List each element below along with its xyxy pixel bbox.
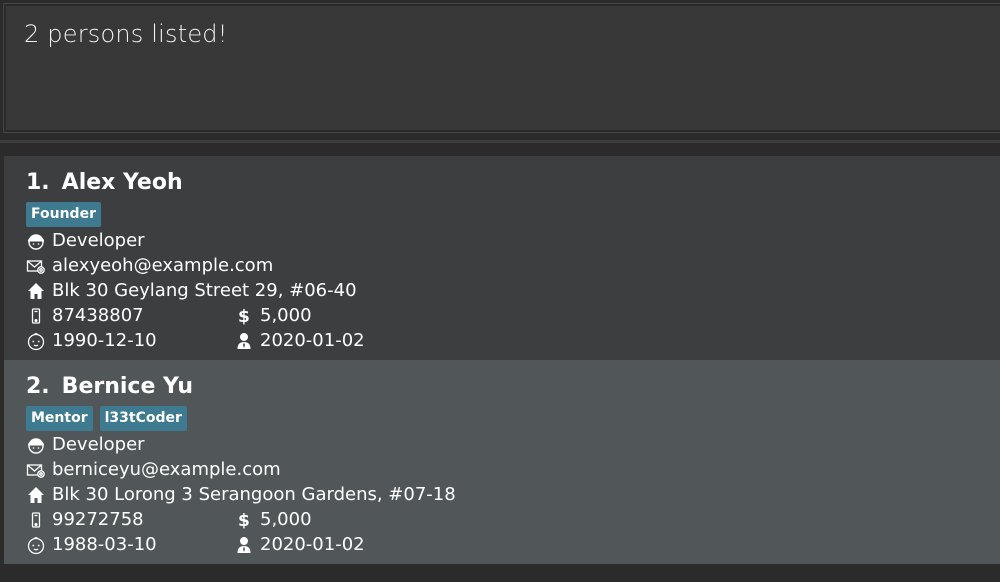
birthday-text: 1990-12-10 bbox=[52, 330, 157, 351]
birthday-field: 1988-03-10 bbox=[26, 534, 157, 555]
address-field: Blk 30 Geylang Street 29, #06-40 bbox=[26, 280, 357, 301]
join-date-text: 2020-01-02 bbox=[260, 534, 365, 555]
email-text: alexyeoh@example.com bbox=[52, 255, 274, 276]
tag-list: Mentor l33tCoder bbox=[26, 406, 187, 431]
address-field: Blk 30 Lorong 3 Serangoon Gardens, #07-1… bbox=[26, 484, 456, 505]
address-text: Blk 30 Lorong 3 Serangoon Gardens, #07-1… bbox=[52, 484, 456, 505]
birthday-field: 1990-12-10 bbox=[26, 330, 157, 351]
phone-field: 87438807 bbox=[26, 305, 144, 326]
join-date-field: 2020-01-02 bbox=[234, 330, 365, 351]
tag-list: Founder bbox=[26, 202, 101, 227]
mobile-phone-icon bbox=[31, 511, 41, 528]
salary-field: $ 5,000 bbox=[234, 509, 312, 530]
person-name-row: 1. Alex Yeoh bbox=[26, 170, 183, 195]
email-text: berniceyu@example.com bbox=[52, 459, 281, 480]
tag: Mentor bbox=[26, 406, 93, 431]
person-index: 1. bbox=[26, 170, 50, 195]
join-date-field: 2020-01-02 bbox=[234, 534, 365, 555]
worker-helmet-icon bbox=[28, 437, 44, 454]
person-card[interactable]: 2. Bernice Yu Mentor l33tCoder Developer bbox=[4, 360, 1000, 564]
email-field: berniceyu@example.com bbox=[26, 459, 281, 480]
phone-text: 87438807 bbox=[52, 305, 144, 326]
email-field: alexyeoh@example.com bbox=[26, 255, 273, 276]
svg-text:$: $ bbox=[238, 511, 250, 530]
birthday-text: 1988-03-10 bbox=[52, 534, 157, 555]
result-message: 2 persons listed! bbox=[24, 20, 228, 48]
salary-text: 5,000 bbox=[260, 305, 312, 326]
person-name-row: 2. Bernice Yu bbox=[26, 374, 193, 399]
baby-face-icon bbox=[27, 536, 45, 554]
email-icon bbox=[26, 463, 45, 478]
occupation-text: Developer bbox=[52, 230, 145, 251]
join-date-text: 2020-01-02 bbox=[260, 330, 365, 351]
split-pane-divider[interactable] bbox=[0, 140, 1000, 143]
occupation-text: Developer bbox=[52, 434, 145, 455]
email-icon bbox=[26, 259, 45, 274]
tag: l33tCoder bbox=[99, 406, 187, 431]
baby-face-icon bbox=[27, 332, 45, 350]
phone-field: 99272758 bbox=[26, 509, 144, 530]
tag: Founder bbox=[26, 202, 101, 227]
person-list[interactable]: 1. Alex Yeoh Founder Developer alexyeoh@e… bbox=[4, 156, 1000, 566]
address-text: Blk 30 Geylang Street 29, #06-40 bbox=[52, 280, 357, 301]
person-name: Bernice Yu bbox=[61, 374, 194, 399]
person-icon bbox=[237, 332, 251, 349]
phone-text: 99272758 bbox=[52, 509, 144, 530]
home-icon bbox=[28, 486, 44, 503]
home-icon bbox=[28, 282, 44, 299]
worker-helmet-icon bbox=[28, 233, 44, 250]
mobile-phone-icon bbox=[31, 307, 41, 324]
salary-field: $ 5,000 bbox=[234, 305, 312, 326]
occupation-field: Developer bbox=[26, 434, 145, 455]
occupation-field: Developer bbox=[26, 230, 145, 251]
dollar-icon: $ bbox=[238, 307, 250, 326]
person-index: 2. bbox=[26, 374, 50, 399]
person-name: Alex Yeoh bbox=[61, 170, 183, 195]
dollar-icon: $ bbox=[238, 511, 250, 530]
result-display[interactable]: 2 persons listed! bbox=[3, 3, 1000, 133]
person-card[interactable]: 1. Alex Yeoh Founder Developer alexyeoh@e… bbox=[4, 156, 1000, 360]
svg-text:$: $ bbox=[238, 307, 250, 326]
person-icon bbox=[237, 536, 251, 553]
salary-text: 5,000 bbox=[260, 509, 312, 530]
